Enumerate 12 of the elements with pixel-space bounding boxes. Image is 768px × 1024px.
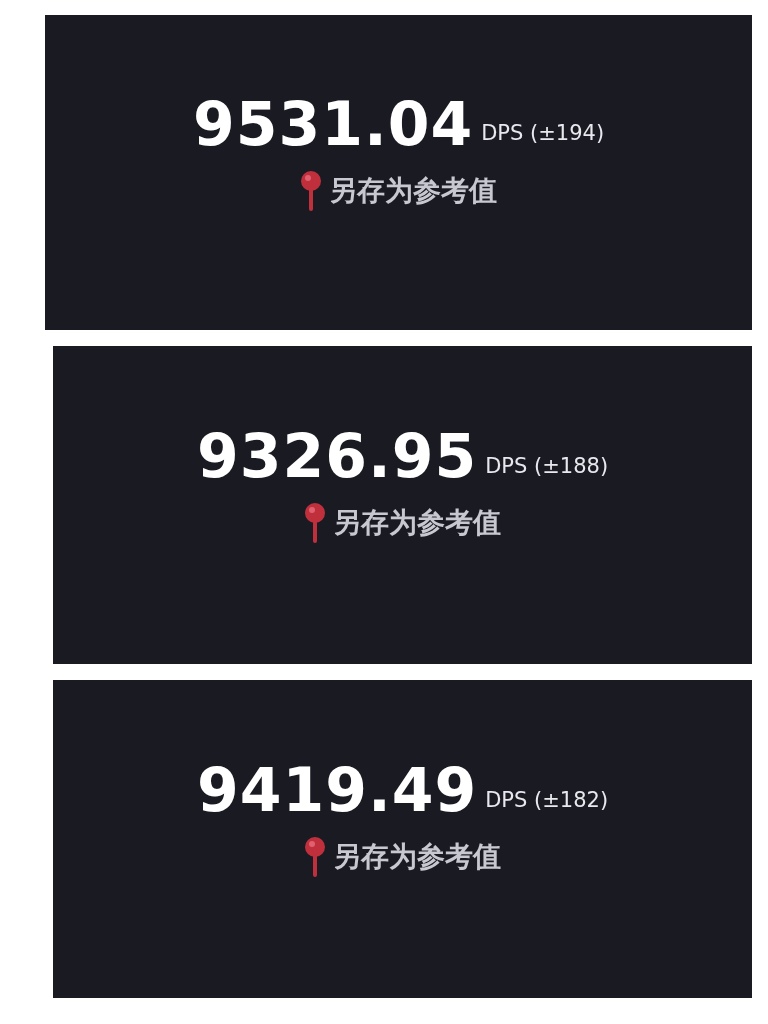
dps-deviation: DPS (±188) (485, 452, 609, 480)
save-reference-button[interactable]: 另存为参考值 (300, 169, 497, 212)
pin-icon (300, 170, 321, 211)
dps-deviation: DPS (±194) (481, 120, 605, 147)
dps-value: 9326.95 (196, 426, 478, 486)
dps-deviation: DPS (±182) (485, 786, 609, 814)
pin-icon (304, 503, 325, 543)
dps-value: 9531.04 (192, 93, 474, 154)
pin-icon (304, 837, 325, 877)
save-reference-button[interactable]: 另存为参考值 (304, 836, 501, 878)
dps-value: 9419.49 (196, 760, 478, 820)
save-reference-button[interactable]: 另存为参考值 (304, 502, 501, 544)
